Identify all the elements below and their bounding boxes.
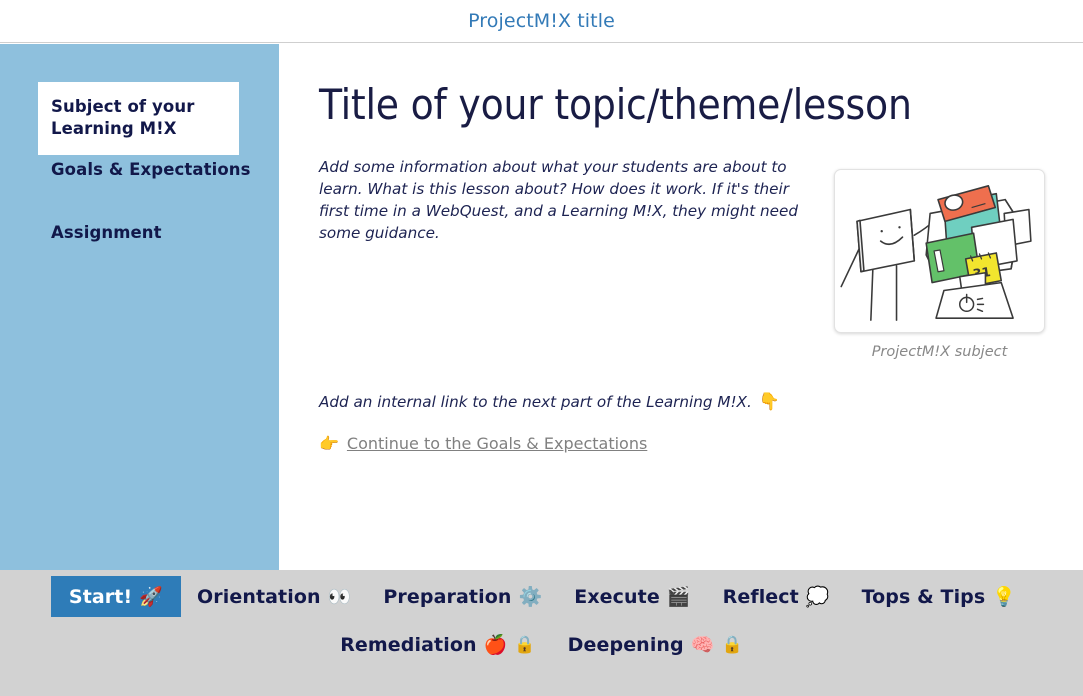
internal-link-note: Add an internal link to the next part of… bbox=[319, 392, 780, 412]
sidebar: Subject of your Learning M!X Goals & Exp… bbox=[0, 44, 279, 570]
bottom-nav-row-2: Remediation 🍎 🔒 Deepening 🧠 🔒 bbox=[0, 625, 1083, 664]
eyes-icon: 👀 bbox=[327, 586, 352, 608]
light-bulb-icon: 💡 bbox=[992, 586, 1017, 608]
top-header-bar: ProjectM!X title bbox=[0, 0, 1083, 43]
internal-link-note-text: Add an internal link to the next part of… bbox=[319, 393, 752, 411]
page-title: ProjectM!X title bbox=[468, 10, 615, 32]
thought-balloon-icon: 💭 bbox=[805, 586, 830, 608]
sidebar-item-subject[interactable]: Subject of your Learning M!X bbox=[38, 82, 239, 155]
content-heading: Title of your topic/theme/lesson bbox=[319, 80, 912, 129]
nav-item-remediation[interactable]: Remediation 🍎 🔒 bbox=[324, 625, 551, 664]
figure-caption: ProjectM!X subject bbox=[871, 344, 1008, 360]
pointing-right-icon: 👉 bbox=[319, 434, 339, 453]
bottom-nav-row-1: Start! 🚀 Orientation 👀 Preparation ⚙️ Ex… bbox=[0, 576, 1083, 617]
sidebar-item-assignment[interactable]: Assignment bbox=[51, 222, 251, 244]
nav-item-remediation-label: Remediation bbox=[340, 633, 477, 656]
projector-devices-illustration: 31 bbox=[840, 185, 1032, 321]
main-content: Title of your topic/theme/lesson Add som… bbox=[279, 44, 1083, 570]
nav-item-orientation[interactable]: Orientation 👀 bbox=[181, 577, 367, 616]
red-apple-icon: 🍎 bbox=[483, 634, 508, 656]
bottom-navigation-bar: Start! 🚀 Orientation 👀 Preparation ⚙️ Ex… bbox=[0, 570, 1083, 696]
sidebar-item-goals-expectations[interactable]: Goals & Expectations bbox=[51, 159, 251, 181]
rocket-icon: 🚀 bbox=[139, 586, 163, 608]
clapper-board-icon: 🎬 bbox=[666, 586, 691, 608]
nav-item-tops-and-tips[interactable]: Tops & Tips 💡 bbox=[846, 577, 1032, 616]
nav-item-start-label: Start! bbox=[68, 585, 133, 608]
page-root: ProjectM!X title Subject of your Learnin… bbox=[0, 0, 1083, 696]
nav-item-reflect-label: Reflect bbox=[722, 585, 799, 608]
nav-item-execute-label: Execute bbox=[574, 585, 660, 608]
nav-item-deepening[interactable]: Deepening 🧠 🔒 bbox=[552, 625, 759, 664]
nav-item-preparation[interactable]: Preparation ⚙️ bbox=[367, 577, 558, 616]
nav-item-tops-and-tips-label: Tops & Tips bbox=[861, 585, 986, 608]
figure-image-frame: 31 bbox=[834, 169, 1045, 333]
nav-item-start[interactable]: Start! 🚀 bbox=[50, 576, 181, 617]
continue-to-goals-link[interactable]: Continue to the Goals & Expectations bbox=[347, 434, 647, 453]
nav-item-preparation-label: Preparation bbox=[383, 585, 512, 608]
pointing-down-icon: 👇 bbox=[758, 392, 780, 412]
intro-paragraph: Add some information about what your stu… bbox=[319, 158, 798, 243]
nav-item-deepening-label: Deepening bbox=[567, 633, 684, 656]
nav-item-execute[interactable]: Execute 🎬 bbox=[558, 577, 706, 616]
continue-link-row[interactable]: 👉 Continue to the Goals & Expectations bbox=[319, 434, 647, 453]
gear-icon: ⚙️ bbox=[518, 586, 543, 608]
figure-block: 31 bbox=[834, 169, 1045, 360]
brain-icon: 🧠 bbox=[690, 634, 715, 656]
nav-item-reflect[interactable]: Reflect 💭 bbox=[707, 577, 846, 616]
nav-item-orientation-label: Orientation bbox=[197, 585, 321, 608]
lock-icon: 🔒 bbox=[721, 634, 743, 655]
lock-icon: 🔒 bbox=[514, 634, 536, 655]
